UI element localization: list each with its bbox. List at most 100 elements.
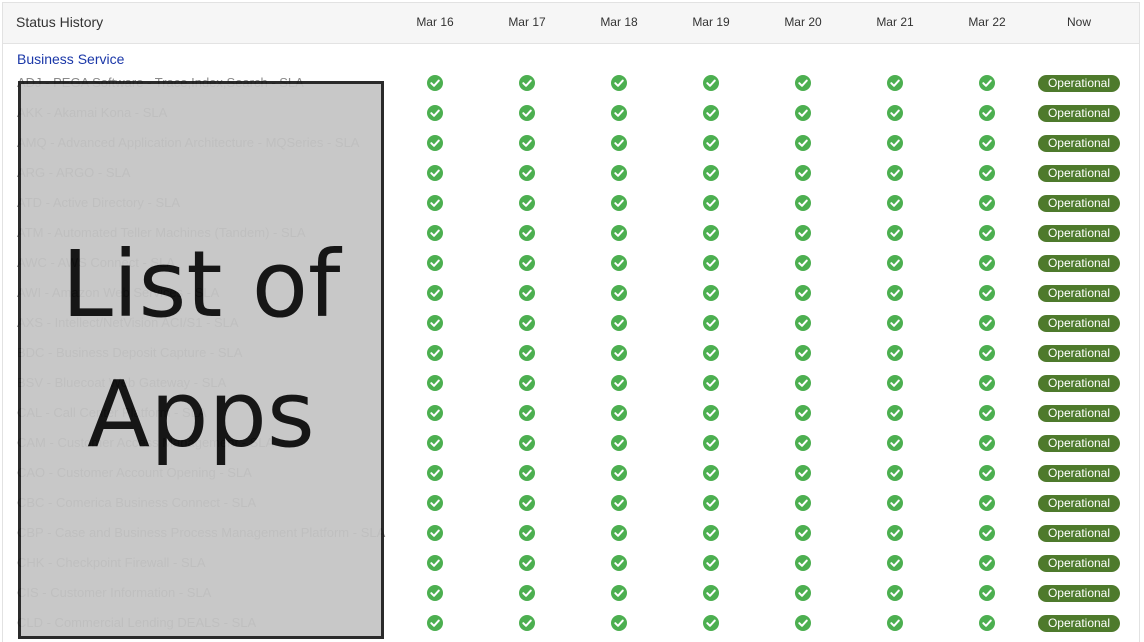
check-circle-icon xyxy=(427,165,443,181)
check-circle-icon xyxy=(519,615,535,631)
check-circle-icon xyxy=(519,465,535,481)
check-circle-icon xyxy=(519,225,535,241)
status-badge: Operational xyxy=(1038,465,1120,482)
check-circle-icon xyxy=(519,255,535,271)
check-circle-icon xyxy=(427,255,443,271)
check-circle-icon xyxy=(703,315,719,331)
status-badge: Operational xyxy=(1038,75,1120,92)
check-circle-icon xyxy=(427,285,443,301)
overlay-line: Apps xyxy=(87,361,315,468)
check-circle-icon xyxy=(887,465,903,481)
column-header-now: Now xyxy=(1066,15,1091,29)
check-circle-icon xyxy=(611,165,627,181)
column-header-day: Mar 21 xyxy=(876,15,914,29)
check-circle-icon xyxy=(611,465,627,481)
status-badge: Operational xyxy=(1038,195,1120,212)
check-circle-icon xyxy=(611,555,627,571)
check-circle-icon xyxy=(979,285,995,301)
check-circle-icon xyxy=(611,495,627,511)
status-badge: Operational xyxy=(1038,135,1120,152)
check-circle-icon xyxy=(887,615,903,631)
check-circle-icon xyxy=(611,435,627,451)
check-circle-icon xyxy=(887,435,903,451)
check-circle-icon xyxy=(703,75,719,91)
check-circle-icon xyxy=(979,255,995,271)
check-circle-icon xyxy=(519,315,535,331)
column-header-day: Mar 19 xyxy=(692,15,730,29)
group-link-business-service[interactable]: Business Service xyxy=(17,51,124,67)
check-circle-icon xyxy=(611,285,627,301)
status-badge: Operational xyxy=(1038,615,1120,632)
check-circle-icon xyxy=(795,75,811,91)
check-circle-icon xyxy=(611,255,627,271)
check-circle-icon xyxy=(979,525,995,541)
status-badge: Operational xyxy=(1038,405,1120,422)
check-circle-icon xyxy=(703,285,719,301)
status-history-panel: Status History Mar 16 Mar 17 Mar 18 Mar … xyxy=(2,2,1140,642)
column-header-day: Mar 17 xyxy=(508,15,546,29)
check-circle-icon xyxy=(519,285,535,301)
check-circle-icon xyxy=(703,225,719,241)
check-circle-icon xyxy=(427,375,443,391)
status-badge: Operational xyxy=(1038,525,1120,542)
check-circle-icon xyxy=(703,255,719,271)
check-circle-icon xyxy=(795,525,811,541)
status-badge: Operational xyxy=(1038,255,1120,272)
check-circle-icon xyxy=(979,315,995,331)
check-circle-icon xyxy=(427,465,443,481)
check-circle-icon xyxy=(703,165,719,181)
column-header-day: Mar 20 xyxy=(784,15,822,29)
status-badge: Operational xyxy=(1038,225,1120,242)
status-badge: Operational xyxy=(1038,105,1120,122)
column-header-day: Mar 18 xyxy=(600,15,638,29)
status-badge: Operational xyxy=(1038,375,1120,392)
check-circle-icon xyxy=(979,375,995,391)
check-circle-icon xyxy=(703,135,719,151)
status-badge: Operational xyxy=(1038,285,1120,302)
check-circle-icon xyxy=(795,165,811,181)
check-circle-icon xyxy=(887,585,903,601)
check-circle-icon xyxy=(519,345,535,361)
check-circle-icon xyxy=(887,105,903,121)
status-badge: Operational xyxy=(1038,435,1120,452)
check-circle-icon xyxy=(703,555,719,571)
check-circle-icon xyxy=(427,405,443,421)
check-circle-icon xyxy=(887,285,903,301)
check-circle-icon xyxy=(979,465,995,481)
check-circle-icon xyxy=(519,405,535,421)
check-circle-icon xyxy=(795,345,811,361)
check-circle-icon xyxy=(795,375,811,391)
check-circle-icon xyxy=(979,555,995,571)
check-circle-icon xyxy=(703,435,719,451)
check-circle-icon xyxy=(887,555,903,571)
check-circle-icon xyxy=(795,285,811,301)
overlay-line: List of xyxy=(61,231,341,338)
check-circle-icon xyxy=(427,615,443,631)
check-circle-icon xyxy=(887,135,903,151)
check-circle-icon xyxy=(611,615,627,631)
check-circle-icon xyxy=(887,345,903,361)
check-circle-icon xyxy=(795,195,811,211)
status-badge: Operational xyxy=(1038,495,1120,512)
check-circle-icon xyxy=(611,345,627,361)
check-circle-icon xyxy=(611,405,627,421)
check-circle-icon xyxy=(519,555,535,571)
check-circle-icon xyxy=(427,105,443,121)
check-circle-icon xyxy=(979,195,995,211)
redaction-overlay: List of Apps xyxy=(18,81,384,639)
status-badge: Operational xyxy=(1038,165,1120,182)
check-circle-icon xyxy=(979,435,995,451)
check-circle-icon xyxy=(519,585,535,601)
table-header: Status History Mar 16 Mar 17 Mar 18 Mar … xyxy=(3,3,1139,44)
check-circle-icon xyxy=(427,555,443,571)
check-circle-icon xyxy=(427,225,443,241)
check-circle-icon xyxy=(519,525,535,541)
check-circle-icon xyxy=(795,465,811,481)
check-circle-icon xyxy=(795,135,811,151)
check-circle-icon xyxy=(795,225,811,241)
check-circle-icon xyxy=(979,135,995,151)
check-circle-icon xyxy=(427,585,443,601)
check-circle-icon xyxy=(519,135,535,151)
check-circle-icon xyxy=(795,255,811,271)
status-badge: Operational xyxy=(1038,315,1120,332)
